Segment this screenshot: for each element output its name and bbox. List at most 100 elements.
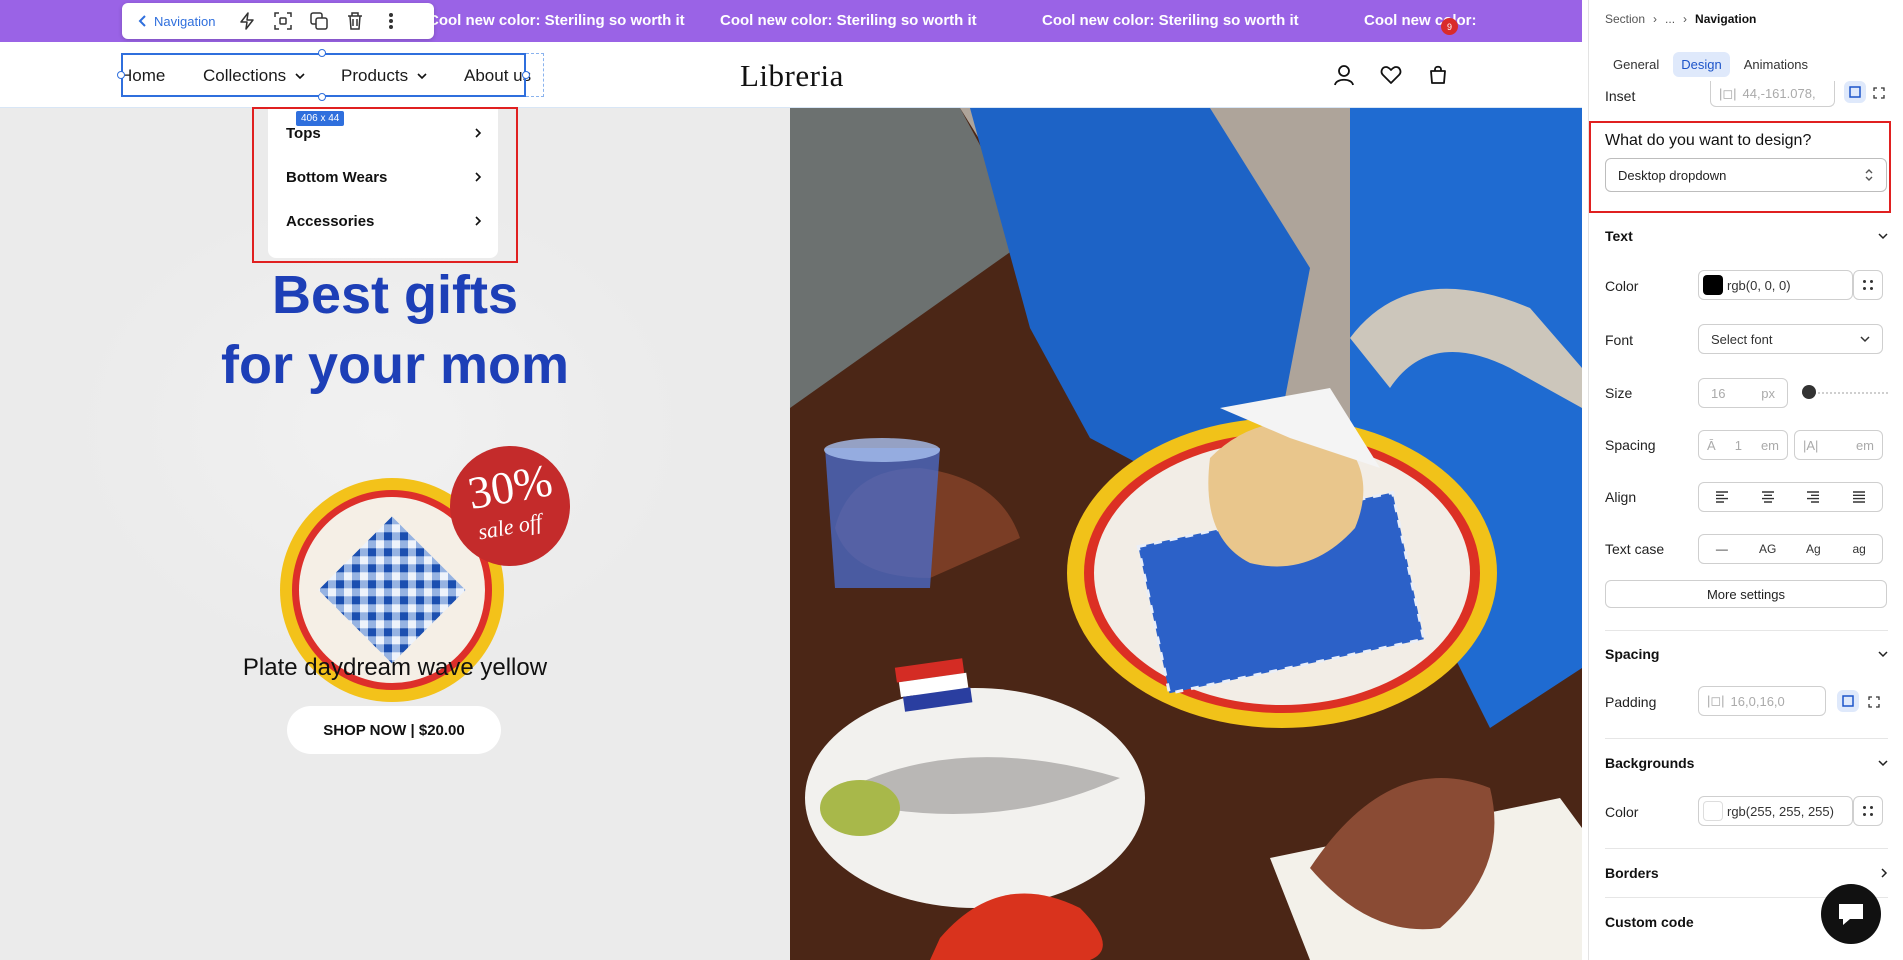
backgrounds-section-header[interactable]: Backgrounds [1605,755,1888,771]
nav-item-about[interactable]: About us [464,66,531,86]
toolbar-focus-button[interactable] [265,3,301,39]
align-left-button[interactable] [1699,483,1745,511]
more-settings-button[interactable]: More settings [1605,580,1887,608]
text-color-label: Color [1605,278,1639,294]
hero-title-line2: for your mom [220,335,570,395]
bg-color-label: Color [1605,804,1639,820]
chevron-right-icon: › [1653,12,1658,26]
chevron-down-icon [1860,336,1870,343]
resize-handle[interactable] [318,49,326,57]
letter-spacing-value: 1 [1734,437,1742,453]
nav-item-label: Home [120,66,166,85]
inset-link-toggle[interactable] [1844,81,1866,103]
toolbar-action-button[interactable] [229,3,265,39]
letter-spacing-input[interactable]: Ā 1 em [1698,430,1788,460]
align-center-button[interactable] [1745,483,1791,511]
font-select[interactable]: Select font [1698,324,1883,354]
font-size-slider-thumb[interactable] [1802,385,1816,399]
padding-label: Padding [1605,694,1657,710]
text-color-field[interactable]: rgb(0, 0, 0) [1698,270,1853,300]
toolbar-back-label: Navigation [154,13,216,29]
editor-canvas[interactable]: Cool new color: Steriling so worth it Co… [0,0,1582,960]
shop-now-button[interactable]: SHOP NOW | $20.00 [287,706,501,754]
element-toolbar: Navigation [122,3,434,39]
section-title: Spacing [1605,646,1660,662]
toolbar-duplicate-button[interactable] [301,3,337,39]
chevron-left-icon [138,15,146,27]
focus-icon [274,12,293,30]
tab-design[interactable]: Design [1673,52,1730,77]
toolbar-delete-button[interactable] [337,3,373,39]
breadcrumb-section[interactable]: Section [1605,12,1645,26]
hero-photo [790,108,1582,960]
line-height-unit: em [1855,437,1874,453]
tab-general[interactable]: General [1605,52,1667,77]
color-variables-button[interactable] [1853,270,1883,300]
cart-button[interactable] [1425,62,1451,88]
letter-spacing-unit: em [1760,437,1779,453]
support-chat-button[interactable] [1821,884,1881,944]
align-center-icon [1761,491,1774,503]
chevron-right-icon [1881,868,1888,878]
chat-icon [1839,904,1863,925]
align-justify-icon [1853,491,1866,503]
shopping-bag-icon [1430,65,1446,84]
breadcrumb-current: Navigation [1695,12,1757,26]
padding-input[interactable]: |◻| 16,0,16,0 [1698,686,1826,716]
text-section-header[interactable]: Text [1605,228,1888,244]
borders-section-header[interactable]: Borders [1605,865,1888,881]
color-swatch[interactable] [1703,801,1723,821]
store-logo[interactable]: Libreria [740,58,844,94]
case-none-button[interactable]: — [1699,535,1745,563]
line-height-icon: |A| [1803,437,1819,453]
case-upper-button[interactable]: AG [1745,535,1791,563]
case-capitalize-button[interactable]: Ag [1791,535,1837,563]
dropdown-highlight-box [252,107,518,263]
chevron-down-icon [295,73,305,80]
trash-icon [348,12,363,30]
color-variables-button[interactable] [1853,796,1883,826]
grid-dots-icon [1863,280,1873,290]
tab-animations[interactable]: Animations [1736,52,1816,77]
text-align-group [1698,482,1883,512]
nav-item-label: About us [464,66,532,85]
padding-link-toggle[interactable] [1837,690,1859,712]
nav-item-label: Products [341,66,409,85]
sale-badge: 30% sale off [450,446,570,566]
spacing-section-header[interactable]: Spacing [1605,646,1888,662]
align-justify-button[interactable] [1836,483,1882,511]
announcement-text: Cool new color: Steriling so worth it [720,12,977,29]
nav-item-products[interactable]: Products [341,66,428,86]
wishlist-button[interactable] [1378,62,1404,88]
bg-color-field[interactable]: rgb(255, 255, 255) [1698,796,1853,826]
align-right-icon [1807,491,1820,503]
section-divider [1605,848,1888,849]
chevron-down-icon [1878,760,1888,767]
corner-icon[interactable] [1868,695,1880,711]
design-target-select[interactable]: Desktop dropdown [1605,158,1887,192]
corner-icon[interactable] [1873,86,1885,102]
resize-handle[interactable] [318,93,326,101]
toolbar-back-button[interactable]: Navigation [122,14,229,29]
case-lower-button[interactable]: ag [1836,535,1882,563]
spacing-label: Spacing [1605,437,1656,453]
resize-handle[interactable] [522,71,530,79]
nav-item-home[interactable]: Home [120,66,165,86]
color-swatch[interactable] [1703,275,1723,295]
nav-item-collections[interactable]: Collections [203,66,306,86]
account-button[interactable] [1331,62,1357,88]
font-label: Font [1605,332,1634,348]
font-size-input[interactable]: 16 px [1698,378,1788,408]
store-header: Home Collections Products About us Libre… [0,42,1582,108]
section-title: Text [1605,228,1633,244]
inset-field[interactable]: |◻| 44,-161.078, [1710,81,1835,107]
breadcrumb-ellipsis[interactable]: ... [1665,12,1675,26]
line-height-input[interactable]: |A| em [1794,430,1883,460]
inset-icon: |◻| [1719,85,1737,101]
table-scene-image [790,108,1582,960]
align-right-button[interactable] [1791,483,1837,511]
text-case-group: — AG Ag ag [1698,534,1883,564]
settings-panel: Section › ... › Navigation General Desig… [1588,0,1903,960]
resize-handle[interactable] [117,71,125,79]
toolbar-more-button[interactable] [373,3,409,39]
